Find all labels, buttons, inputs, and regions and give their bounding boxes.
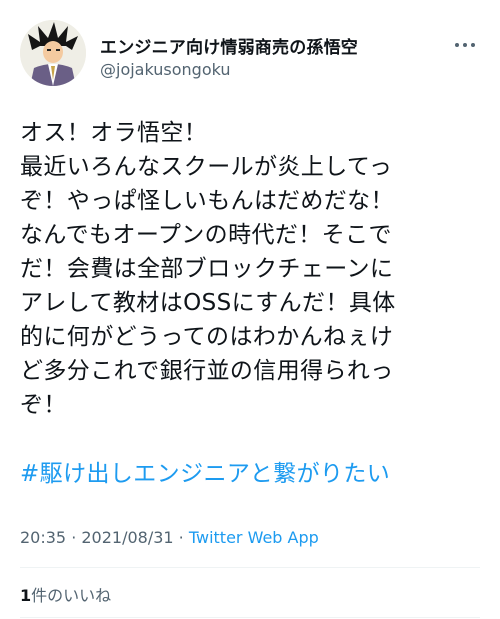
- tweet-text-line: ぞ！: [20, 392, 67, 418]
- tweet-text-line: 的に何がどうってのはわかんねぇけ: [20, 324, 394, 350]
- tweet-text-line: 最近いろんなスクールが炎上してっ: [20, 154, 393, 180]
- likes-link[interactable]: 1件のいいね: [20, 582, 111, 606]
- tweet-text-line: ぞ！やっぱ怪しいもんはだめだな！: [20, 188, 394, 214]
- meta-separator: ·: [173, 528, 189, 547]
- divider: [20, 567, 480, 568]
- hashtag-link[interactable]: #駆け出しエンジニアと繋がりたい: [20, 457, 390, 491]
- tweet-time[interactable]: 20:35: [20, 528, 66, 547]
- tweet-text-line: オス！オラ悟空！: [20, 120, 208, 146]
- tweet-date[interactable]: 2021/08/31: [81, 528, 173, 547]
- divider: [20, 617, 480, 618]
- meta-separator: ·: [66, 528, 82, 547]
- goku-suit-avatar-icon: [20, 20, 86, 86]
- tweet-card: エンジニア向け情弱商売の孫悟空 @jojakusongoku オス！オラ悟空！ …: [0, 0, 500, 619]
- likes-count: 1: [20, 586, 32, 605]
- tweet-text-line: なんでもオープンの時代だ！そこで: [20, 222, 392, 248]
- tweet-text-line: だ！会費は全部ブロックチェーンに: [20, 256, 394, 282]
- display-name[interactable]: エンジニア向け情弱商売の孫悟空: [100, 33, 358, 58]
- tweet-source-link[interactable]: Twitter Web App: [189, 528, 319, 547]
- tweet-header: エンジニア向け情弱商売の孫悟空 @jojakusongoku: [20, 20, 480, 86]
- tweet-meta: 20:35 · 2021/08/31 · Twitter Web App: [20, 528, 319, 547]
- tweet-text-line: ど多分これで銀行並の信用得られっ: [20, 358, 394, 384]
- user-handle[interactable]: @jojakusongoku: [100, 60, 231, 79]
- avatar[interactable]: [20, 20, 86, 86]
- tweet-text: オス！オラ悟空！ 最近いろんなスクールが炎上してっ ぞ！やっぱ怪しいもんはだめだ…: [20, 116, 482, 422]
- tweet-text-line: アレして教材はOSSにすんだ！具体: [20, 290, 396, 316]
- likes-label: 件のいいね: [31, 586, 112, 605]
- more-options-icon[interactable]: [454, 40, 476, 50]
